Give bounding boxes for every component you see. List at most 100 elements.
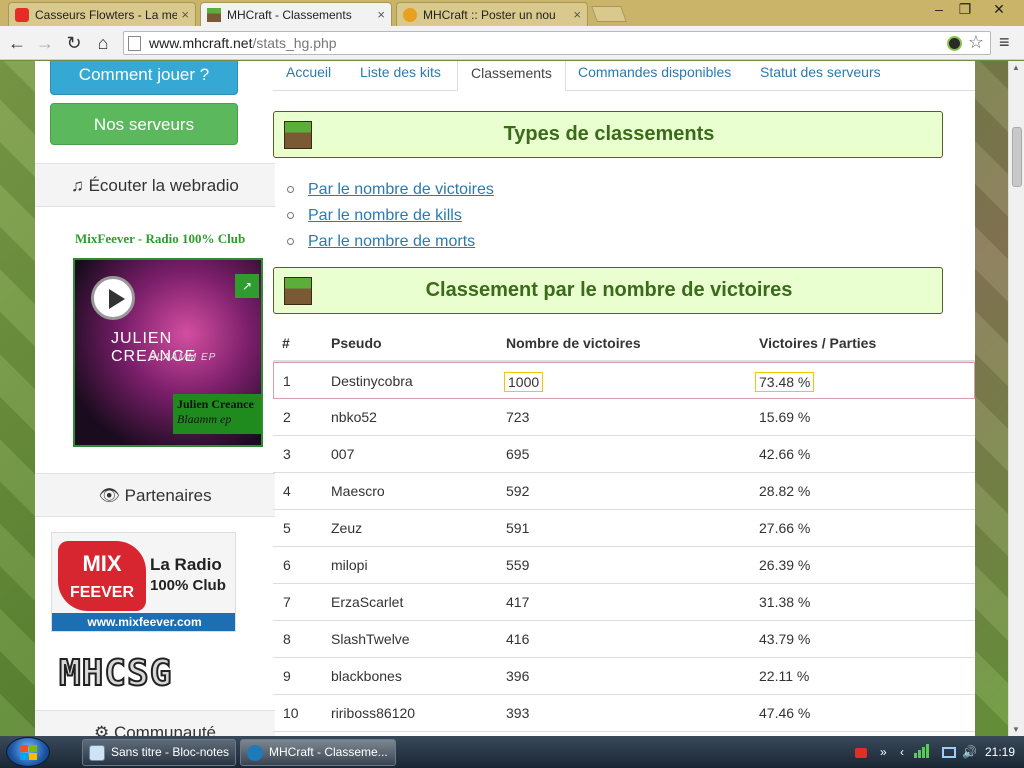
table-row[interactable]: 9 blackbones 396 22.11 % <box>273 658 975 695</box>
tab-label: MHCraft - Classements <box>227 7 352 22</box>
cell-pseudo: Destinycobra <box>331 373 413 389</box>
start-button[interactable] <box>6 737 50 767</box>
network-signal-icon[interactable] <box>914 736 936 768</box>
back-button[interactable]: ← <box>6 32 28 54</box>
youtube-icon <box>15 7 29 22</box>
col-pseudo: Pseudo <box>331 335 382 351</box>
cell-victories: 417 <box>506 594 530 610</box>
tab-classements[interactable]: Classements <box>457 61 566 91</box>
cell-ratio: 27.66 % <box>759 520 811 536</box>
page-scrollbar[interactable]: ▲ ▼ <box>1008 61 1024 736</box>
browser-tab-youtube[interactable]: Casseurs Flowters - La me × <box>8 2 196 26</box>
table-row[interactable]: 3 007 695 42.66 % <box>273 436 975 473</box>
reload-button[interactable]: ↻ <box>63 32 85 54</box>
table-row[interactable]: 4 Maescro 592 28.82 % <box>273 473 975 510</box>
youtube-tray-icon[interactable] <box>855 736 869 768</box>
scroll-thumb[interactable] <box>1012 127 1022 187</box>
col-ratio: Victoires / Parties <box>759 335 877 351</box>
grass-block-icon <box>284 121 312 149</box>
cell-ratio: 42.66 % <box>759 446 811 462</box>
now-playing-tag: Julien Creance Blaamm ep <box>173 394 261 434</box>
cell-rank: 6 <box>283 557 291 573</box>
table-row[interactable]: 6 milopi 559 26.39 % <box>273 547 975 584</box>
cell-ratio: 22.11 % <box>759 668 810 684</box>
close-icon[interactable]: × <box>377 7 385 22</box>
webradio-header[interactable]: ♫ Écouter la webradio <box>35 163 275 207</box>
minimize-button[interactable]: – <box>926 0 952 20</box>
windows-logo-blue <box>20 753 28 760</box>
scroll-down-icon[interactable]: ▼ <box>1012 725 1020 734</box>
extension-icon[interactable] <box>947 36 962 51</box>
close-icon[interactable]: × <box>181 7 189 22</box>
cell-victories: 695 <box>506 446 530 462</box>
browser-menu-icon[interactable]: ≡ <box>999 32 1010 53</box>
taskbar: Sans titre - Bloc-notes MHCraft - Classe… <box>0 736 1024 768</box>
cell-pseudo: 007 <box>331 446 355 462</box>
partners-header[interactable]: 👁 Partenaires <box>35 473 275 517</box>
home-button[interactable]: ⌂ <box>92 32 114 54</box>
show-hidden-icon[interactable]: ‹ <box>900 736 904 768</box>
maximize-button[interactable]: ❐ <box>952 0 978 20</box>
cell-pseudo: ririboss86120 <box>331 705 416 721</box>
close-icon[interactable]: × <box>573 7 581 22</box>
cell-rank: 2 <box>283 409 291 425</box>
link-kills[interactable]: Par le nombre de kills <box>308 207 462 224</box>
tab-statut-des-serveurs[interactable]: Statut des serveurs <box>747 61 894 91</box>
cell-victories: 416 <box>506 631 530 647</box>
forward-button[interactable]: → <box>34 32 56 54</box>
new-tab-button[interactable] <box>591 6 627 22</box>
our-servers-button[interactable]: Nos serveurs <box>50 103 238 145</box>
table-row[interactable]: 2 nbko52 723 15.69 % <box>273 399 975 436</box>
col-victories: Nombre de victoires <box>506 335 641 351</box>
table-row[interactable]: 1 Destinycobra 1000 73.48 % <box>273 362 975 399</box>
bullet-icon <box>287 212 294 220</box>
address-bar[interactable]: www.mhcraft.net/stats_hg.php ☆ <box>123 31 991 55</box>
close-window-button[interactable]: ✕ <box>984 0 1014 20</box>
list-item: Par le nombre de morts <box>287 229 494 255</box>
sidebar: Comment jouer ? Nos serveurs ♫ Écouter l… <box>35 61 275 736</box>
display-icon[interactable] <box>942 736 956 768</box>
browser-tab-forum[interactable]: MHCraft :: Poster un nou × <box>396 2 588 26</box>
table-row[interactable]: 5 Zeuz 591 27.66 % <box>273 510 975 547</box>
tab-commandes-disponibles[interactable]: Commandes disponibles <box>565 61 744 91</box>
link-morts[interactable]: Par le nombre de morts <box>308 233 475 250</box>
types-title: Types de classements <box>503 123 715 145</box>
table-row[interactable]: 7 ErzaScarlet 417 31.38 % <box>273 584 975 621</box>
tab-label: MHCraft :: Poster un nou <box>423 7 556 22</box>
task-browser[interactable]: MHCraft - Classeme... <box>240 739 396 766</box>
bullet-icon <box>287 186 294 194</box>
tray-expand-icon[interactable]: » <box>880 736 887 768</box>
community-header[interactable]: ⚙ Communauté <box>35 710 275 736</box>
clock[interactable]: 21:19 <box>985 736 1015 768</box>
share-icon[interactable]: ↗ <box>235 274 259 298</box>
cell-pseudo: nbko52 <box>331 409 377 425</box>
cell-ratio: 26.39 % <box>759 557 811 573</box>
cell-ratio: 43.79 % <box>759 631 811 647</box>
cell-pseudo: SlashTwelve <box>331 631 410 647</box>
partner-mixfeever-banner[interactable]: MIX FEEVER La Radio 100% Club www.mixfeev… <box>51 532 236 632</box>
scroll-up-icon[interactable]: ▲ <box>1012 63 1020 72</box>
mixfeever-logo: MIX FEEVER <box>58 541 146 611</box>
link-victoires[interactable]: Par le nombre de victoires <box>308 181 494 198</box>
tab-accueil[interactable]: Accueil <box>273 61 344 91</box>
volume-icon[interactable]: 🔊 <box>962 736 977 768</box>
bookmark-star-icon[interactable]: ☆ <box>968 32 984 53</box>
how-to-play-button[interactable]: Comment jouer ? <box>50 61 238 95</box>
tab-liste-des-kits[interactable]: Liste des kits <box>347 61 454 91</box>
table-row[interactable]: 8 SlashTwelve 416 43.79 % <box>273 621 975 658</box>
cell-pseudo: blackbones <box>331 668 402 684</box>
cell-pseudo: ErzaScarlet <box>331 594 404 610</box>
table-row[interactable]: 10 ririboss86120 393 47.46 % <box>273 695 975 732</box>
partner-mhcsg-logo[interactable]: MHCSG <box>58 652 172 695</box>
cell-victories: 723 <box>506 409 530 425</box>
browser-icon <box>247 745 263 761</box>
cell-pseudo: Zeuz <box>331 520 363 536</box>
cell-victories: 591 <box>506 520 530 536</box>
forum-icon <box>403 7 417 22</box>
task-notepad[interactable]: Sans titre - Bloc-notes <box>82 739 236 766</box>
cell-rank: 10 <box>283 705 299 721</box>
page-icon <box>128 36 141 51</box>
mixfeever-line1: La Radio <box>150 555 222 574</box>
play-icon[interactable] <box>91 276 135 320</box>
browser-tab-classements[interactable]: MHCraft - Classements × <box>200 2 392 26</box>
